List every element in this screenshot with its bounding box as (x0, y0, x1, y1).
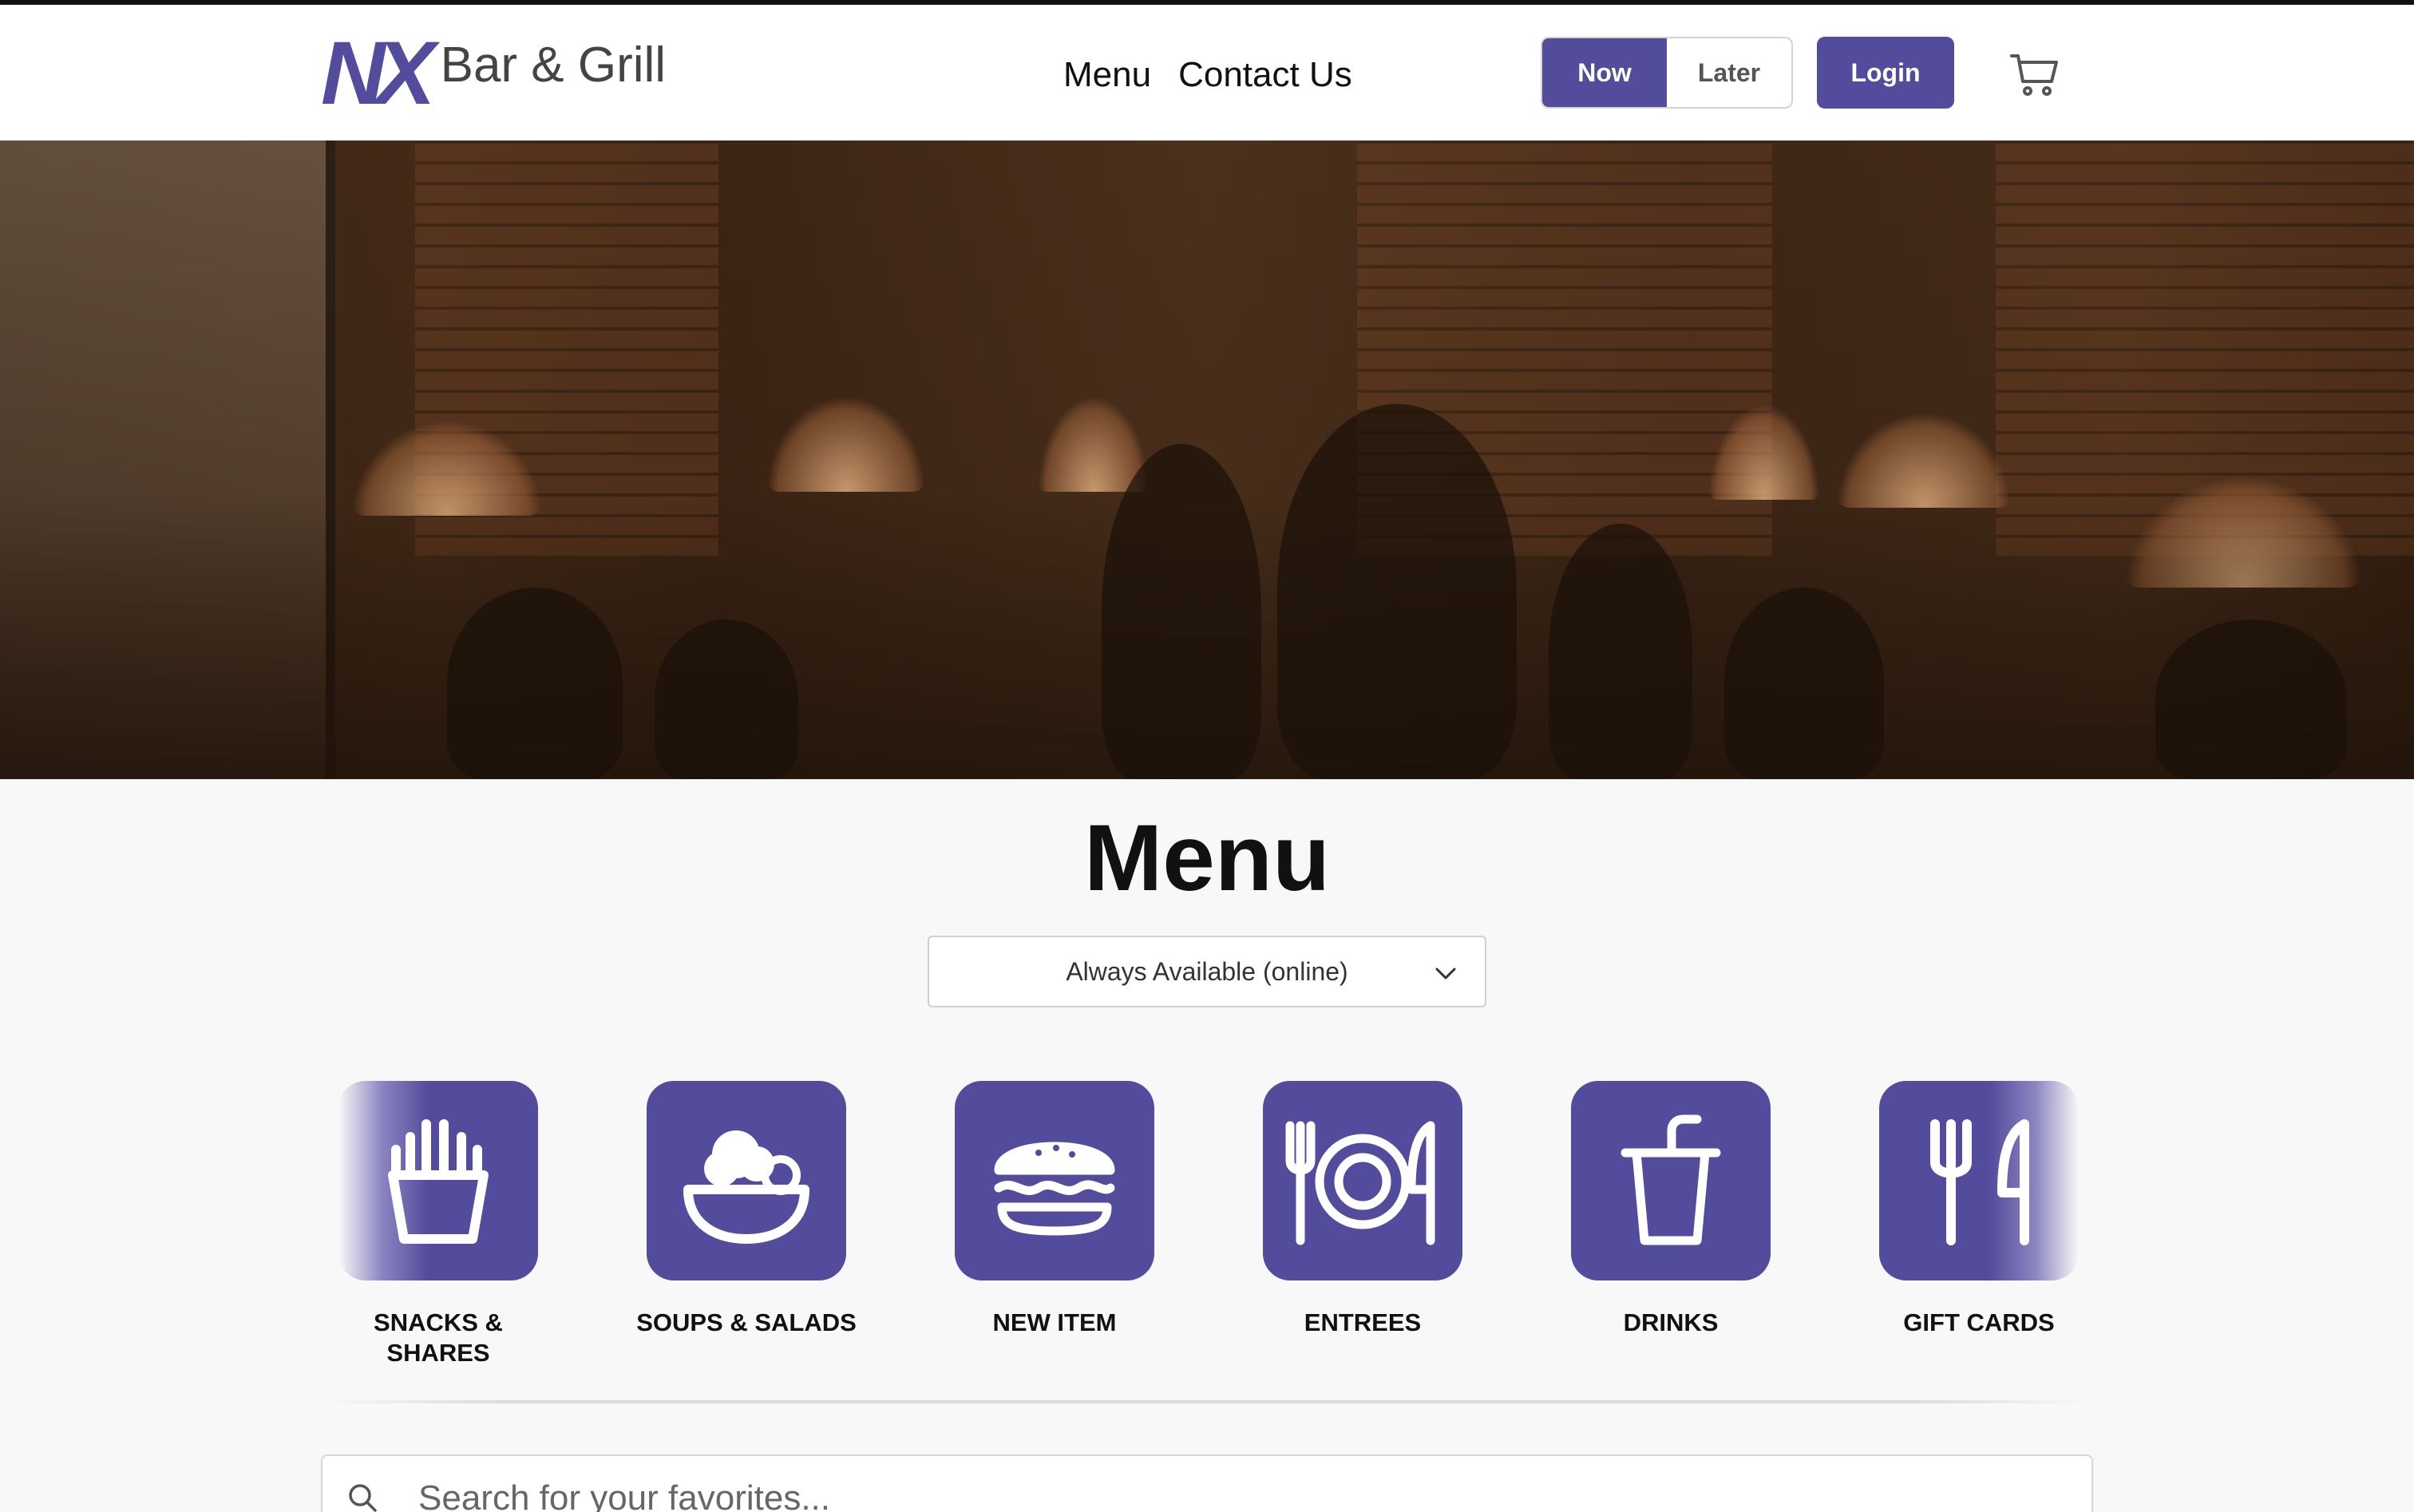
drink-cup-icon (1621, 1114, 1721, 1245)
hero-lamp (766, 396, 926, 492)
category-label: Snacks & Shares (374, 1308, 503, 1367)
section-divider (321, 1400, 2093, 1403)
category-tile[interactable] (338, 1081, 538, 1280)
category-tile[interactable] (955, 1081, 1154, 1280)
order-time-toggle: Now Later (1541, 37, 1793, 109)
menu-availability-value: Always Available (online) (1066, 956, 1348, 986)
category-label: Entrees (1304, 1308, 1422, 1336)
logo[interactable]: NX Bar & Grill (321, 29, 667, 118)
login-button[interactable]: Login (1817, 37, 1954, 109)
category-label: New Item (992, 1308, 1117, 1336)
page-title: Menu (1083, 805, 1331, 911)
category-new-item[interactable]: New Item (939, 1081, 1170, 1338)
later-toggle-button[interactable]: Later (1667, 38, 1791, 107)
site-header: NX Bar & Grill Menu Contact Us Now Later… (0, 5, 2414, 141)
category-tile[interactable] (1263, 1081, 1462, 1280)
hero-person (655, 619, 798, 779)
nav-link-menu[interactable]: Menu (1063, 51, 1151, 99)
category-tile[interactable] (1571, 1081, 1771, 1280)
now-toggle-button[interactable]: Now (1542, 38, 1667, 107)
category-label: Gift Cards (1903, 1308, 2055, 1336)
fork-knife-icon (1930, 1119, 2029, 1245)
salad-bowl-icon (683, 1130, 809, 1244)
search-input[interactable] (418, 1470, 1935, 1512)
burger-icon (994, 1142, 1115, 1236)
category-tile[interactable] (647, 1081, 846, 1280)
category-label: Soups & Salads (636, 1308, 857, 1336)
search-icon (349, 1484, 377, 1512)
chevron-down-icon (1435, 968, 1456, 980)
category-gift-cards[interactable]: Gift Cards (1863, 1081, 2095, 1338)
search-bar[interactable] (321, 1455, 2093, 1512)
hero-person (1102, 444, 1261, 779)
cart-icon[interactable] (2008, 51, 2060, 97)
category-soups-salads[interactable]: Soups & Salads (631, 1081, 862, 1338)
hero-banner (0, 141, 2414, 779)
hero-person (1724, 588, 1884, 779)
hero-person (1277, 404, 1517, 779)
logo-mark: NX (321, 23, 436, 123)
category-entrees[interactable]: Entrees (1247, 1081, 1478, 1338)
nav-link-contact-us[interactable]: Contact Us (1178, 51, 1352, 99)
fries-icon (388, 1119, 489, 1244)
category-label: Drinks (1623, 1308, 1719, 1336)
plate-fork-knife-icon (1285, 1121, 1435, 1245)
menu-availability-select[interactable]: Always Available (online) (928, 936, 1486, 1007)
category-drinks[interactable]: Drinks (1555, 1081, 1787, 1338)
hero-person (2155, 619, 2347, 779)
hero-person (1549, 524, 1692, 779)
category-list: Snacks & Shares Soups & Salads (0, 1081, 2414, 1368)
category-tile[interactable] (1879, 1081, 2079, 1280)
main-nav: Menu Contact Us (1063, 51, 1352, 99)
category-snacks-shares[interactable]: Snacks & Shares (323, 1081, 554, 1368)
hero-person (447, 588, 623, 779)
logo-text: Bar & Grill (440, 38, 667, 93)
